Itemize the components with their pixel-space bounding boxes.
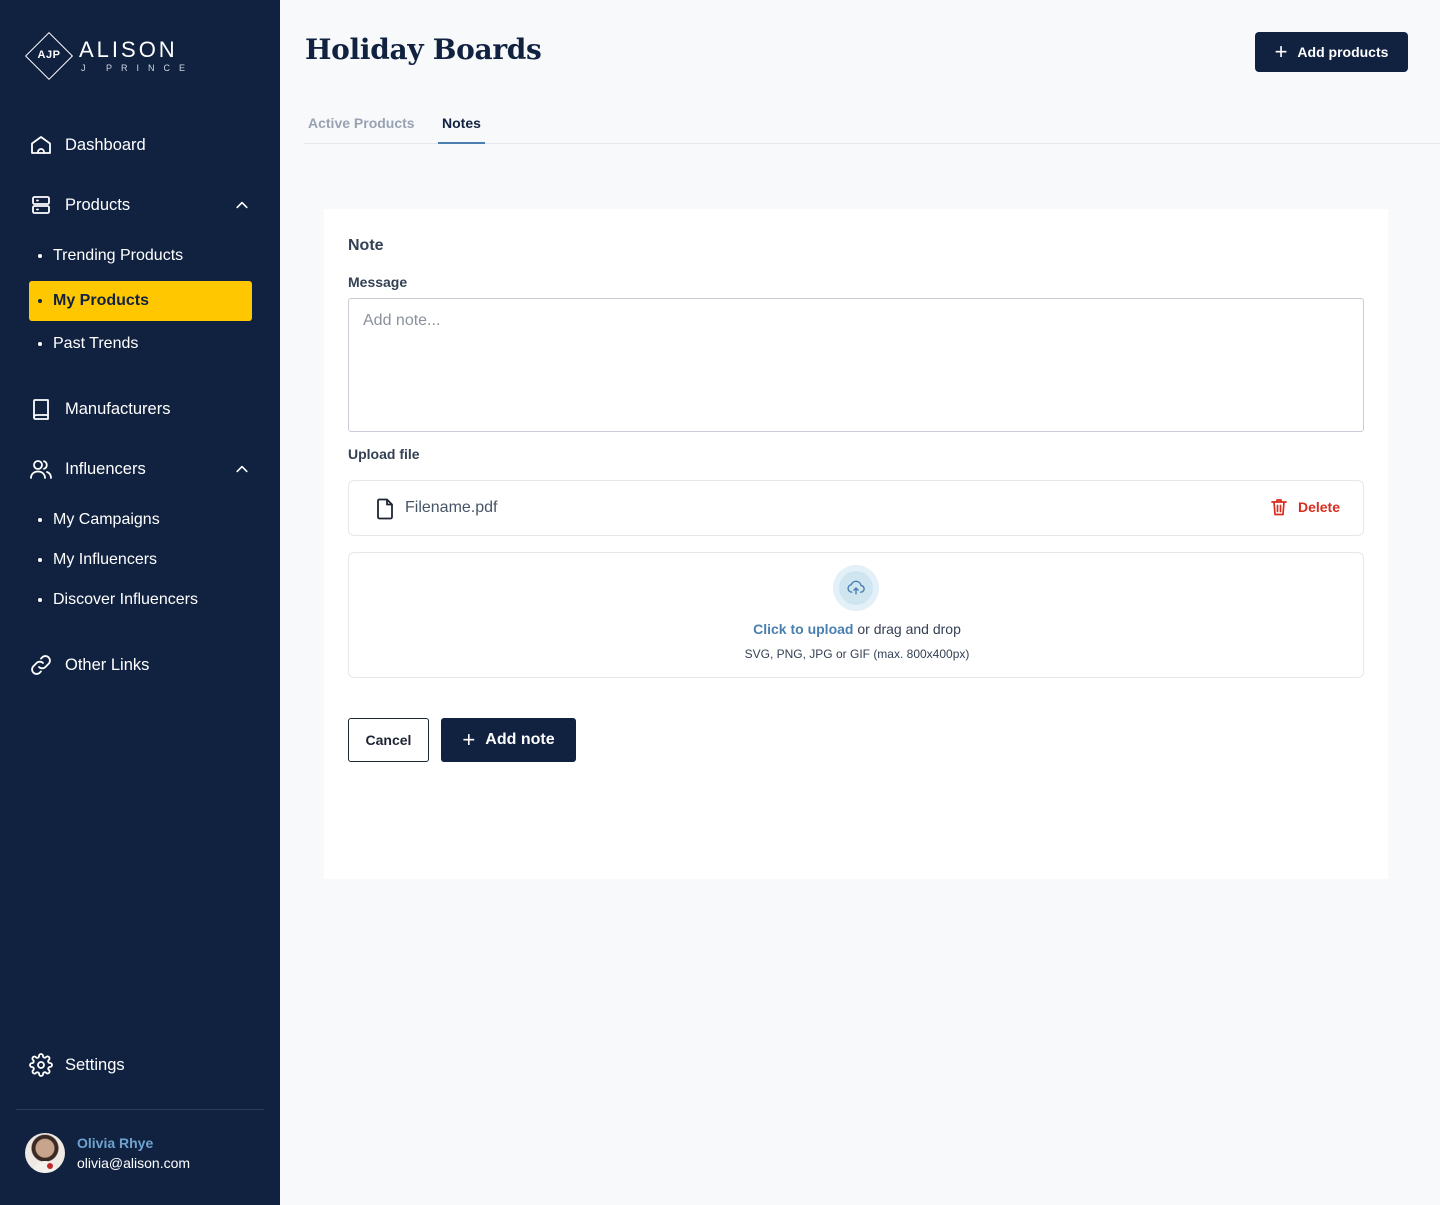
logo-name: ALISON [79,36,178,62]
sidebar-item-label: Discover Influencers [53,591,198,608]
cancel-button[interactable]: Cancel [348,718,429,762]
home-icon [28,132,54,158]
upload-cloud-icon [847,580,865,595]
plus-icon: + [462,727,476,752]
user-name: Olivia Rhye [77,1135,154,1151]
nav-dashboard-label: Dashboard [65,135,146,154]
delete-label: Delete [1297,499,1340,515]
bullet-icon [38,254,42,258]
sidebar-item-label: Trending Products [53,247,184,264]
message-label: Message [348,274,408,290]
file-icon [377,498,393,520]
note-heading: Note [348,237,384,254]
nav-products[interactable]: Products [28,190,130,220]
nav-products-label: Products [65,195,131,214]
sidebar-item-my-products[interactable]: My Products [29,281,252,321]
upload-hint: SVG, PNG, JPG or GIF (max. 800x400px) [744,647,970,661]
logo-mark: AJP [24,31,74,81]
user-email: olivia@alison.com [77,1155,191,1171]
bullet-icon [38,342,42,346]
click-to-upload-link[interactable]: Click to upload [753,621,853,637]
nav-other-links-label: Other Links [65,655,150,674]
file-dropzone[interactable]: Click to upload or drag and drop SVG, PN… [348,552,1364,678]
logo-wordmark: ALISON J PRINCE [79,36,195,74]
bullet-icon [38,598,42,602]
nav-other-links[interactable]: Other Links [28,650,149,680]
chevron-up-icon [236,465,248,473]
uploaded-file-row: Filename.pdf Delete [348,480,1364,536]
sidebar-item-label: My Campaigns [53,511,160,528]
server-icon [28,192,54,218]
add-products-label: Add products [1297,44,1389,60]
nav-settings-label: Settings [65,1055,125,1074]
add-note-button[interactable]: + Add note [441,718,576,762]
upload-file-label: Upload file [348,446,420,462]
page-title: Holiday Boards [305,33,542,66]
message-textarea[interactable] [348,298,1364,432]
products-collapse-toggle[interactable] [232,195,252,215]
nav-manufacturers-label: Manufacturers [65,399,171,418]
nav-influencers[interactable]: Influencers [28,454,146,484]
chevron-up-icon [236,201,248,209]
upload-instructions: Click to upload or drag and drop [349,621,1365,637]
delete-file-button[interactable]: Delete [1269,497,1340,517]
sidebar-item-my-influencers[interactable]: My Influencers [29,540,252,580]
note-card: Note Message Upload file Filename.pdf De… [324,209,1388,879]
sidebar-item-past-trends[interactable]: Past Trends [29,324,252,364]
sidebar: AJP ALISON J PRINCE Dashboard Products T… [0,0,280,1205]
sidebar-item-discover-influencers[interactable]: Discover Influencers [29,580,252,620]
tab-notes[interactable]: Notes [438,115,485,144]
book-icon [28,396,54,422]
nav-dashboard[interactable]: Dashboard [28,130,146,160]
user-profile[interactable]: Olivia Rhye olivia@alison.com [25,1133,190,1173]
nav-influencers-label: Influencers [65,459,146,478]
sidebar-item-trending-products[interactable]: Trending Products [29,236,252,276]
link-icon [28,652,54,678]
sidebar-item-label: My Products [53,292,150,309]
avatar [25,1133,65,1173]
tab-active-products[interactable]: Active Products [308,115,415,144]
influencers-collapse-toggle[interactable] [232,459,252,479]
sidebar-item-label: My Influencers [53,551,158,568]
tab-bar: Active Products Notes [304,110,1440,144]
nav-manufacturers[interactable]: Manufacturers [28,394,170,424]
plus-icon: + [1274,39,1288,64]
file-name: Filename.pdf [405,499,498,516]
bullet-icon [38,518,42,522]
sidebar-divider [16,1109,264,1110]
sidebar-item-label: Past Trends [53,335,139,352]
gear-icon [28,1052,54,1078]
bullet-icon [38,558,42,562]
brand-logo[interactable]: AJP ALISON J PRINCE [24,31,195,81]
users-icon [28,456,54,482]
trash-icon [1271,499,1287,516]
nav-settings[interactable]: Settings [28,1050,125,1080]
sidebar-item-my-campaigns[interactable]: My Campaigns [29,500,252,540]
drag-drop-text: or drag and drop [853,621,961,637]
logo-subname: J PRINCE [81,62,195,73]
logo-monogram: AJP [37,49,61,61]
add-products-button[interactable]: + Add products [1255,32,1408,72]
upload-icon-badge [833,565,879,611]
user-info: Olivia Rhye olivia@alison.com [77,1133,190,1173]
add-note-label: Add note [485,731,555,748]
bullet-icon [38,299,42,303]
